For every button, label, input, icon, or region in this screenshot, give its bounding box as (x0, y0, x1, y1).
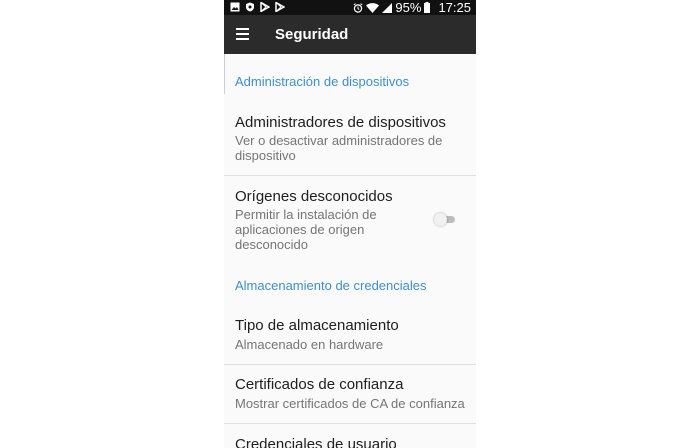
battery-percentage: 95% (395, 0, 422, 15)
section-header-credentials: Almacenamiento de credenciales (235, 278, 427, 293)
item-subtitle: Almacenado en hardware (235, 337, 384, 352)
shield-icon (246, 2, 254, 12)
item-subtitle: Permitir la instalación de aplicaciones … (235, 207, 377, 252)
status-bar: 95% 17:25 (224, 0, 476, 15)
item-title: Tipo de almacenamiento (235, 317, 399, 334)
item-title: Certificados de confianza (235, 376, 404, 393)
list-item-device-administrators[interactable]: Administradores de dispositivos Ver o de… (224, 104, 476, 174)
system-status: 95% 17:25 (353, 0, 471, 15)
item-title: Administradores de dispositivos (235, 114, 446, 131)
alarm-icon (353, 2, 363, 13)
item-title: Credenciales de usuario (235, 436, 397, 448)
list-item-unknown-sources[interactable]: Orígenes desconocidos Permitir la instal… (224, 176, 476, 266)
image-icon (230, 2, 240, 12)
app-toolbar: Seguridad (224, 15, 476, 54)
list-item-storage-type[interactable]: Tipo de almacenamiento Almacenado en har… (224, 306, 476, 364)
phone-screen: 95% 17:25 Seguridad Administración de di… (224, 0, 476, 448)
clock: 17:25 (438, 0, 471, 15)
item-title: Orígenes desconocidos (235, 188, 393, 205)
item-subtitle: Ver o desactivar administradores de disp… (235, 133, 443, 163)
signal-icon (382, 2, 393, 13)
wifi-icon (366, 2, 380, 13)
section-header-device-admin: Administración de dispositivos (235, 74, 410, 89)
page-title: Seguridad (275, 26, 349, 43)
toggle-thumb (434, 213, 447, 226)
play-store-icon (260, 2, 270, 12)
battery-icon (424, 2, 431, 13)
list-item-user-credentials[interactable]: Credenciales de usuario (224, 424, 476, 448)
play-store-icon (275, 2, 285, 12)
item-subtitle: Mostrar certificados de CA de confianza (235, 396, 465, 411)
unknown-sources-toggle[interactable] (434, 213, 456, 227)
notification-icons (230, 2, 285, 12)
menu-icon[interactable] (236, 27, 250, 41)
scroll-edge (224, 54, 225, 94)
list-item-trusted-certificates[interactable]: Certificados de confianza Mostrar certif… (224, 365, 476, 423)
